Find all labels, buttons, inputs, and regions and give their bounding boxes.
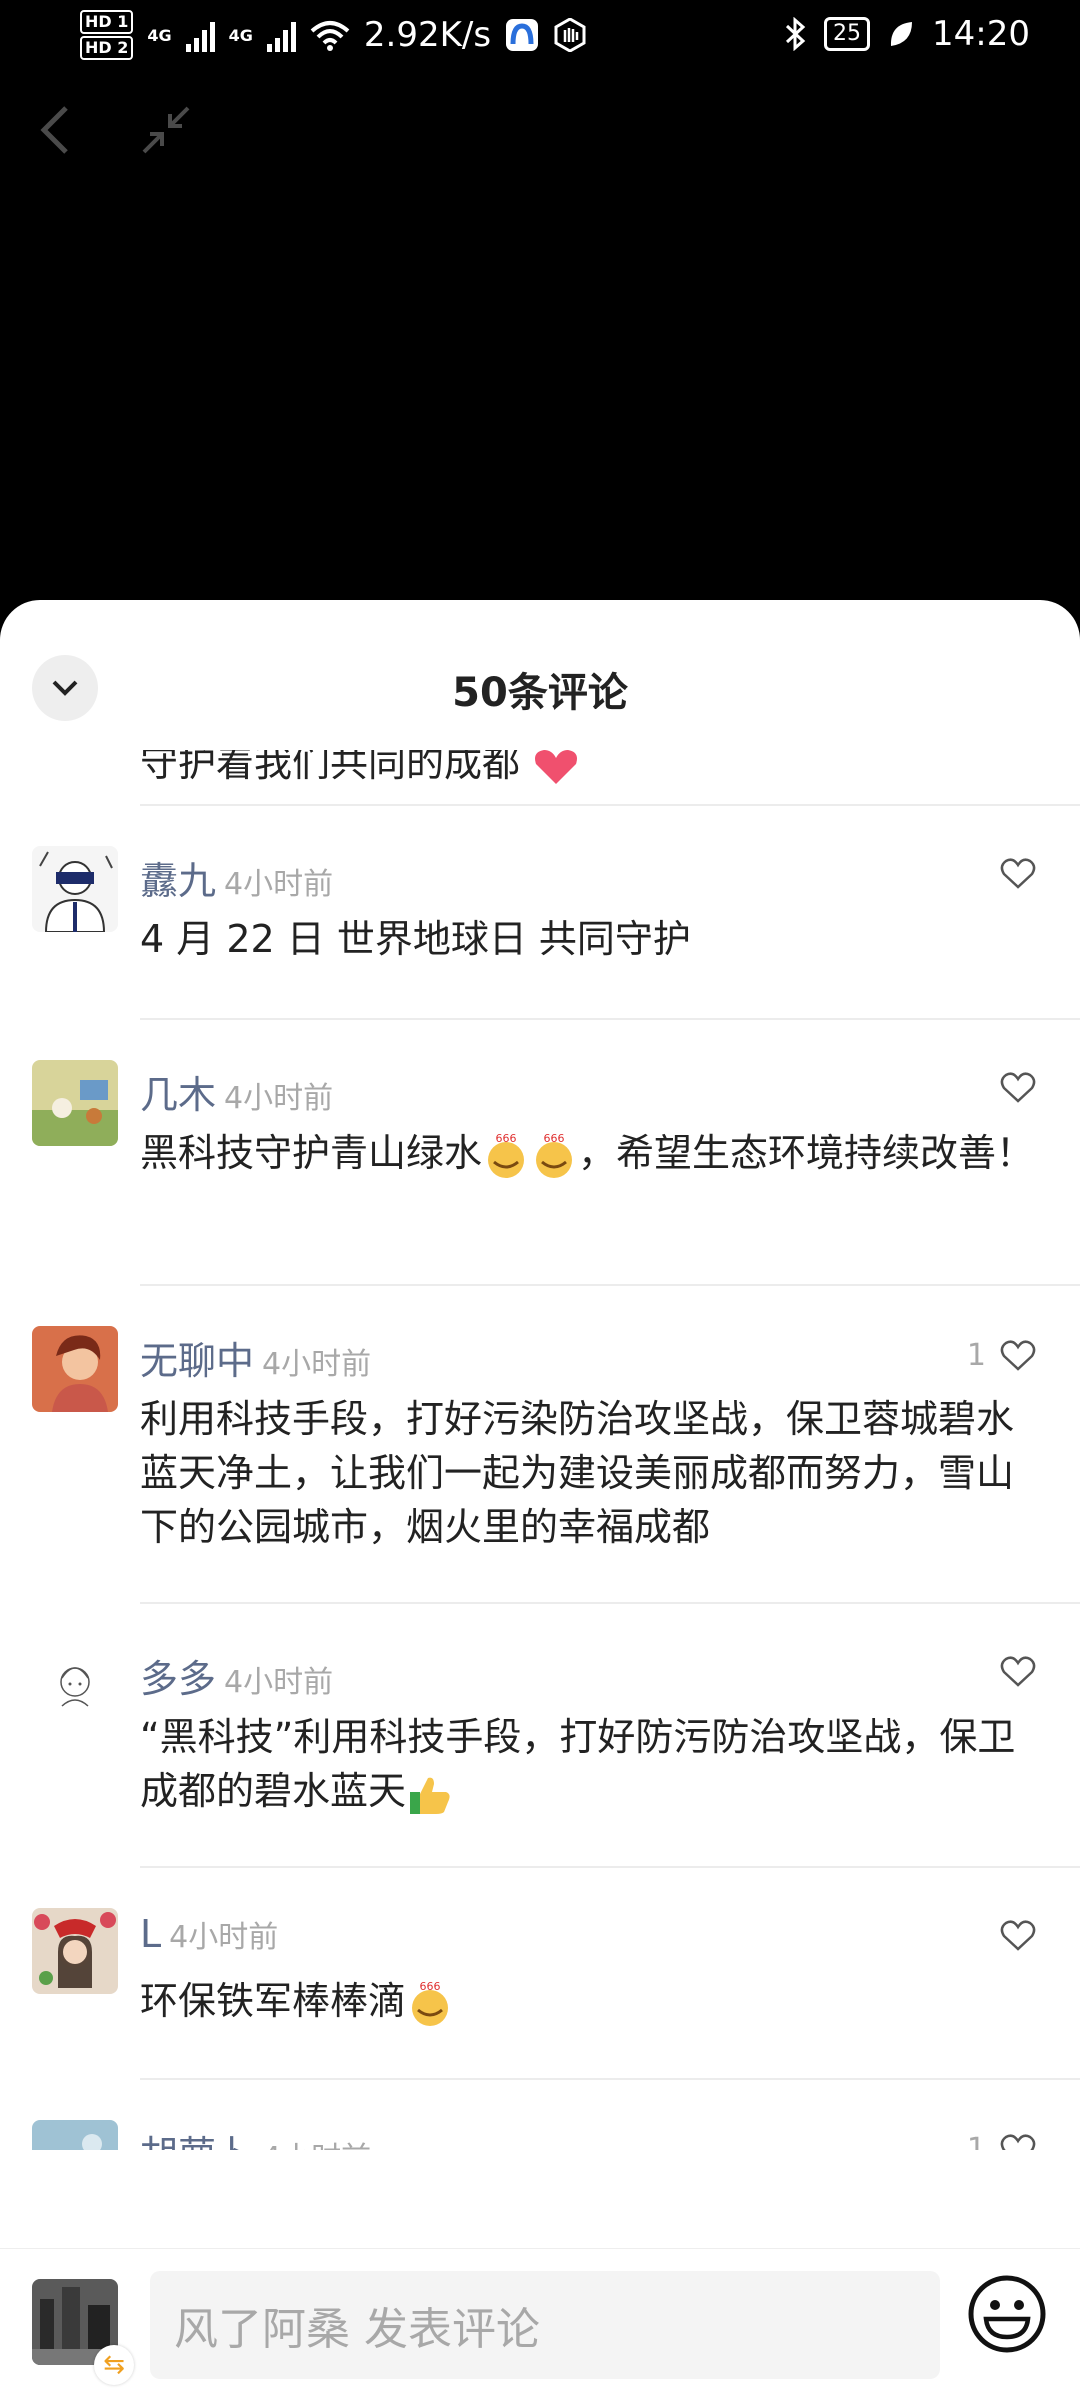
comment-time: 4小时前	[224, 1665, 334, 1700]
thumbs-up-emoji-icon	[406, 1770, 454, 1818]
666-emoji-icon: 666	[530, 1132, 578, 1180]
signal-icon-2	[266, 18, 296, 52]
hd-indicator: HD 1 HD 2	[80, 10, 134, 60]
switch-account-icon[interactable]: ⇆	[94, 2345, 134, 2385]
comment-author[interactable]: 胡萝卜	[140, 2124, 254, 2150]
comment-time: 4小时前	[224, 1081, 334, 1116]
comment-author[interactable]: 多多	[140, 1648, 216, 1703]
like-button[interactable]	[986, 1920, 1036, 1952]
hd2-badge: HD 2	[80, 36, 134, 60]
comments-sheet: 50条评论 守护着我们共同的成都 纛九 4小时前 4 月 22 日 世界地球日 …	[0, 600, 1080, 2400]
sheet-title: 50条评论	[452, 670, 628, 716]
comment-item: L 4小时前 环保铁军棒棒滴 666	[0, 1868, 1080, 2078]
like-button[interactable]: 1	[967, 1338, 1036, 1373]
video-toolbar	[36, 100, 196, 160]
comment-text: 黑科技守护青山绿水 666 666 ，希望生态环境持续改善！	[140, 1126, 1040, 1180]
comment-author[interactable]: 几木	[140, 1064, 216, 1119]
like-count: 1	[966, 2132, 986, 2150]
avatar[interactable]	[32, 1908, 118, 1994]
like-count: 1	[966, 1338, 986, 1373]
hd1-badge: HD 1	[80, 10, 134, 34]
avatar[interactable]	[32, 1644, 118, 1730]
heart-outline-icon	[1000, 1920, 1036, 1951]
comment-time: 4小时前	[169, 1920, 279, 1955]
comment-text: 环保铁军棒棒滴 666	[140, 1974, 1040, 2028]
sheet-header: 50条评论	[0, 600, 1080, 750]
network-type-1: 4G	[147, 25, 172, 45]
comment-item: 多多 4小时前 “黑科技”利用科技手段，打好防污防治攻坚战，保卫成都的碧水蓝天	[0, 1604, 1080, 1866]
heart-emoji-icon	[535, 750, 578, 784]
avatar[interactable]	[32, 1060, 118, 1146]
comment-text-part: “黑科技”利用科技手段，打好防污防治攻坚战，保卫成都的碧水蓝天	[140, 1715, 1016, 1813]
signal-icon	[185, 18, 215, 52]
network-type-2: 4G	[228, 25, 253, 45]
comment-time: 4小时前	[262, 2133, 371, 2150]
comment-text: “黑科技”利用科技手段，打好防污防治攻坚战，保卫成都的碧水蓝天	[140, 1710, 1040, 1818]
comment-input-bar: ⇆ 风了阿桑 发表评论	[0, 2248, 1080, 2401]
svg-text:666: 666	[544, 1132, 565, 1145]
heart-outline-icon	[1000, 1656, 1036, 1687]
comment-text: 4 月 22 日 世界地球日 共同守护	[140, 917, 691, 961]
comment-author[interactable]: 无聊中	[140, 1330, 254, 1385]
like-button[interactable]	[986, 1072, 1036, 1104]
svg-text:666: 666	[420, 1980, 441, 1993]
avatar[interactable]	[32, 1326, 118, 1412]
comment-item: 胡萝卜 4小时前 1	[0, 2080, 1080, 2150]
heart-outline-icon	[1000, 2133, 1036, 2150]
comment-author[interactable]: L	[140, 1912, 161, 1956]
bluetooth-icon	[785, 17, 806, 51]
comment-item: 无聊中 4小时前 1 利用科技手段，打好污染防治攻坚战，保卫蓉城碧水蓝天净土，让…	[0, 1286, 1080, 1602]
comment-time: 4小时前	[262, 1347, 372, 1382]
comment-author[interactable]: 纛九	[140, 850, 216, 905]
comment-text-part: 黑科技守护青山绿水	[140, 1131, 483, 1175]
avatar[interactable]	[32, 2120, 118, 2150]
comment-item: 几木 4小时前 黑科技守护青山绿水 666 666 ，希望生态环境持续改善！	[0, 1020, 1080, 1284]
wifi-icon	[310, 21, 350, 51]
comment-text: 利用科技手段，打好污染防治攻坚战，保卫蓉城碧水蓝天净土，让我们一起为建设美丽成都…	[140, 1397, 1015, 1549]
back-icon[interactable]	[36, 100, 76, 160]
partial-comment-text: 守护着我们共同的成都	[140, 750, 580, 787]
comment-item: 纛九 4小时前 4 月 22 日 世界地球日 共同守护	[0, 806, 1080, 1018]
status-bar: HD 1 HD 2 4G 4G 2.92K/s 25 14:20	[0, 0, 1080, 80]
comment-input[interactable]: 风了阿桑 发表评论	[150, 2271, 940, 2379]
app-notification-icon	[506, 19, 539, 51]
heart-outline-icon	[1000, 1339, 1036, 1371]
666-emoji-icon: 666	[482, 1132, 530, 1180]
like-button[interactable]	[986, 858, 1036, 890]
666-emoji-icon: 666	[406, 1980, 454, 2028]
minimize-icon[interactable]	[136, 100, 196, 160]
comment-time: 4小时前	[224, 867, 334, 902]
emoji-button-icon[interactable]	[966, 2273, 1048, 2355]
avatar[interactable]	[32, 846, 118, 932]
hand-notification-icon	[554, 18, 586, 52]
clock: 14:20	[932, 14, 1030, 54]
svg-text:666: 666	[496, 1132, 517, 1145]
like-button[interactable]	[986, 1656, 1036, 1688]
like-button[interactable]: 1	[967, 2132, 1036, 2150]
comment-list[interactable]: 守护着我们共同的成都 纛九 4小时前 4 月 22 日 世界地球日 共同守护 几…	[0, 750, 1080, 2150]
network-speed: 2.92K/s	[363, 15, 492, 55]
heart-outline-icon	[1000, 1072, 1036, 1103]
leaf-icon	[890, 22, 913, 46]
battery-level: 25	[824, 17, 871, 51]
heart-outline-icon	[1000, 858, 1036, 889]
comment-text-part: ，希望生态环境持续改善！	[578, 1131, 1035, 1175]
comment-text-part: 环保铁军棒棒滴	[140, 1979, 407, 2023]
